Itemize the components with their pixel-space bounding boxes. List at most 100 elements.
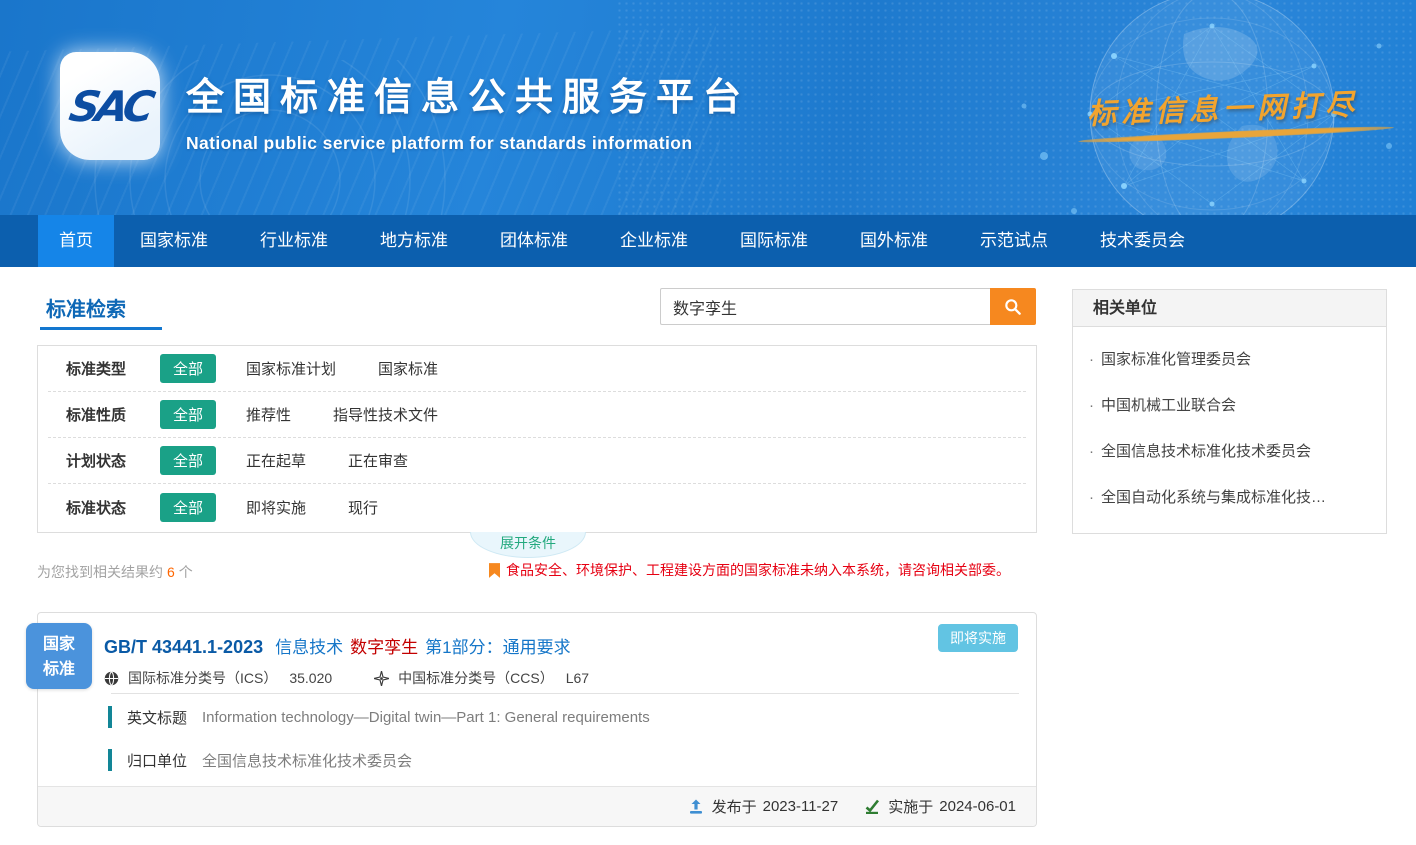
card-divider bbox=[111, 693, 1019, 694]
search-button[interactable] bbox=[990, 288, 1036, 325]
related-unit-label: 全国自动化系统与集成标准化技… bbox=[1101, 489, 1326, 506]
search-input[interactable] bbox=[660, 288, 990, 325]
nav-item-home[interactable]: 首页 bbox=[38, 215, 114, 267]
result-count-prefix: 为您找到相关结果约 bbox=[37, 564, 163, 580]
filter-all-button[interactable]: 全部 bbox=[160, 446, 216, 475]
related-unit-link[interactable]: · 国家标准化管理委员会 bbox=[1073, 337, 1386, 383]
result-count-suffix: 个 bbox=[179, 564, 193, 580]
search-tab-title[interactable]: 标准检索 bbox=[46, 293, 126, 322]
page: SAC 全国标准信息公共服务平台 National public service… bbox=[0, 0, 1416, 845]
list-bullet: · bbox=[1089, 351, 1094, 368]
system-notice-text: 食品安全、环境保护、工程建设方面的国家标准未纳入本系统，请咨询相关部委。 bbox=[506, 560, 1010, 580]
filter-all-button[interactable]: 全部 bbox=[160, 400, 216, 429]
card-footer: 发布于 2023-11-27 实施于 2024-06-01 bbox=[38, 786, 1036, 826]
nav-item-pilot[interactable]: 示范试点 bbox=[954, 215, 1074, 267]
main-nav: 首页 国家标准 行业标准 地方标准 团体标准 企业标准 国际标准 国外标准 示范… bbox=[0, 215, 1416, 267]
list-bullet: · bbox=[1089, 489, 1094, 506]
nav-item-industry-standards[interactable]: 行业标准 bbox=[234, 215, 354, 267]
filter-option[interactable]: 国家标准计划 bbox=[246, 358, 336, 379]
filter-option[interactable]: 正在起草 bbox=[246, 450, 306, 471]
english-title-value: Information technology—Digital twin—Part… bbox=[202, 709, 650, 726]
filter-label: 标准性质 bbox=[66, 404, 160, 425]
site-title-cn: 全国标准信息公共服务平台 bbox=[186, 66, 750, 121]
implement-date: 2024-06-01 bbox=[939, 798, 1016, 815]
filter-row-standard-nature: 标准性质 全部 推荐性 指导性技术文件 bbox=[48, 392, 1026, 438]
publish-date: 2023-11-27 bbox=[763, 798, 839, 815]
filter-row-standard-type: 标准类型 全部 国家标准计划 国家标准 bbox=[48, 346, 1026, 392]
filter-option[interactable]: 正在审查 bbox=[348, 450, 408, 471]
sac-logo-text: SAC bbox=[66, 82, 155, 131]
result-count: 为您找到相关结果约6个 bbox=[37, 562, 193, 582]
nav-item-enterprise-standards[interactable]: 企业标准 bbox=[594, 215, 714, 267]
nav-item-technical-committee[interactable]: 技术委员会 bbox=[1074, 215, 1211, 267]
list-bullet: · bbox=[1089, 397, 1094, 414]
result-card: 国家 标准 GB/T 43441.1-2023信息技术数字孪生第1部分：通用要求… bbox=[37, 612, 1037, 827]
filter-label: 标准状态 bbox=[66, 497, 160, 518]
related-unit-link[interactable]: ·全国信息技术标准化技术委员会 bbox=[1073, 429, 1386, 475]
search-icon bbox=[1003, 297, 1023, 317]
filter-label: 计划状态 bbox=[66, 450, 160, 471]
result-count-number: 6 bbox=[163, 564, 179, 580]
filter-all-button[interactable]: 全部 bbox=[160, 354, 216, 383]
filter-row-plan-status: 计划状态 全部 正在起草 正在审查 bbox=[48, 438, 1026, 484]
filter-panel: 标准类型 全部 国家标准计划 国家标准 标准性质 全部 推荐性 指导性技术文件 … bbox=[37, 345, 1037, 533]
type-badge-line2: 标准 bbox=[26, 657, 92, 682]
system-notice: 食品安全、环境保护、工程建设方面的国家标准未纳入本系统，请咨询相关部委。 bbox=[489, 560, 1010, 580]
globe-icon bbox=[104, 671, 119, 686]
filter-all-button[interactable]: 全部 bbox=[160, 493, 216, 522]
committee-row: 归口单位 全国信息技术标准化技术委员会 bbox=[108, 749, 412, 771]
filter-option[interactable]: 现行 bbox=[348, 497, 378, 518]
english-title-label: 英文标题 bbox=[127, 707, 187, 728]
related-unit-label: 国家标准化管理委员会 bbox=[1101, 351, 1251, 368]
publish-label: 发布于 bbox=[712, 796, 757, 817]
compass-icon bbox=[374, 671, 389, 686]
standard-type-badge: 国家 标准 bbox=[26, 623, 92, 689]
related-units-list: ·国家标准化管理委员会 ·中国机械工业联合会 ·全国信息技术标准化技术委员会 ·… bbox=[1072, 327, 1387, 534]
related-unit-label: 中国机械工业联合会 bbox=[1101, 397, 1236, 414]
ics-value: 35.020 bbox=[289, 670, 332, 686]
teal-bar-decoration bbox=[108, 749, 112, 771]
site-header: SAC 全国标准信息公共服务平台 National public service… bbox=[0, 0, 1416, 215]
standard-code[interactable]: GB/T 43441.1-2023 bbox=[104, 637, 263, 657]
committee-value: 全国信息技术标准化技术委员会 bbox=[202, 750, 412, 771]
publish-icon bbox=[688, 799, 704, 815]
filter-option[interactable]: 即将实施 bbox=[246, 497, 306, 518]
title-highlight[interactable]: 数字孪生 bbox=[350, 638, 418, 657]
title-segment[interactable]: 第1部分：通用要求 bbox=[425, 638, 570, 657]
standard-title[interactable]: GB/T 43441.1-2023 信息技术数字孪生第1部分：通用要求 bbox=[104, 633, 906, 658]
expand-conditions-button[interactable]: 展开条件 bbox=[470, 532, 586, 558]
filter-option[interactable]: 指导性技术文件 bbox=[333, 404, 438, 425]
nav-item-foreign-standards[interactable]: 国外标准 bbox=[834, 215, 954, 267]
filter-option[interactable]: 推荐性 bbox=[246, 404, 291, 425]
related-unit-link[interactable]: · 中国机械工业联合会 bbox=[1073, 383, 1386, 429]
bookmark-icon bbox=[489, 563, 500, 578]
tab-active-underline bbox=[40, 327, 162, 330]
ccs-value: L67 bbox=[566, 670, 589, 686]
filter-label: 标准类型 bbox=[66, 358, 160, 379]
search-box bbox=[660, 288, 1036, 325]
related-units-title: 相关单位 bbox=[1072, 289, 1387, 327]
sac-logo[interactable]: SAC bbox=[60, 52, 160, 160]
ccs-label: 中国标准分类号（CCS） bbox=[398, 668, 554, 688]
filter-row-standard-status: 标准状态 全部 即将实施 现行 bbox=[48, 484, 1026, 530]
site-title-en: National public service platform for sta… bbox=[186, 133, 750, 154]
title-segment[interactable]: 信息技术 bbox=[275, 638, 343, 657]
teal-bar-decoration bbox=[108, 706, 112, 728]
related-unit-link[interactable]: · 全国自动化系统与集成标准化技… bbox=[1073, 475, 1386, 521]
implement-icon bbox=[864, 799, 880, 815]
nav-item-national-standards[interactable]: 国家标准 bbox=[114, 215, 234, 267]
committee-label: 归口单位 bbox=[127, 750, 187, 771]
nav-item-group-standards[interactable]: 团体标准 bbox=[474, 215, 594, 267]
related-units-panel: 相关单位 ·国家标准化管理委员会 ·中国机械工业联合会 ·全国信息技术标准化技术… bbox=[1072, 289, 1387, 534]
site-title-block: 全国标准信息公共服务平台 National public service pla… bbox=[186, 66, 750, 154]
ics-label: 国际标准分类号（ICS） bbox=[128, 668, 277, 688]
classification-row: 国际标准分类号（ICS） 35.020 中国标准分类号（CCS） L67 bbox=[104, 668, 589, 688]
ccs-group: 中国标准分类号（CCS） L67 bbox=[374, 668, 589, 688]
filter-option[interactable]: 国家标准 bbox=[378, 358, 438, 379]
english-title-row: 英文标题 Information technology—Digital twin… bbox=[108, 706, 650, 728]
related-unit-label: 全国信息技术标准化技术委员会 bbox=[1101, 443, 1311, 460]
nav-item-international-standards[interactable]: 国际标准 bbox=[714, 215, 834, 267]
nav-item-local-standards[interactable]: 地方标准 bbox=[354, 215, 474, 267]
implement-label: 实施于 bbox=[888, 796, 933, 817]
type-badge-line1: 国家 bbox=[26, 632, 92, 657]
